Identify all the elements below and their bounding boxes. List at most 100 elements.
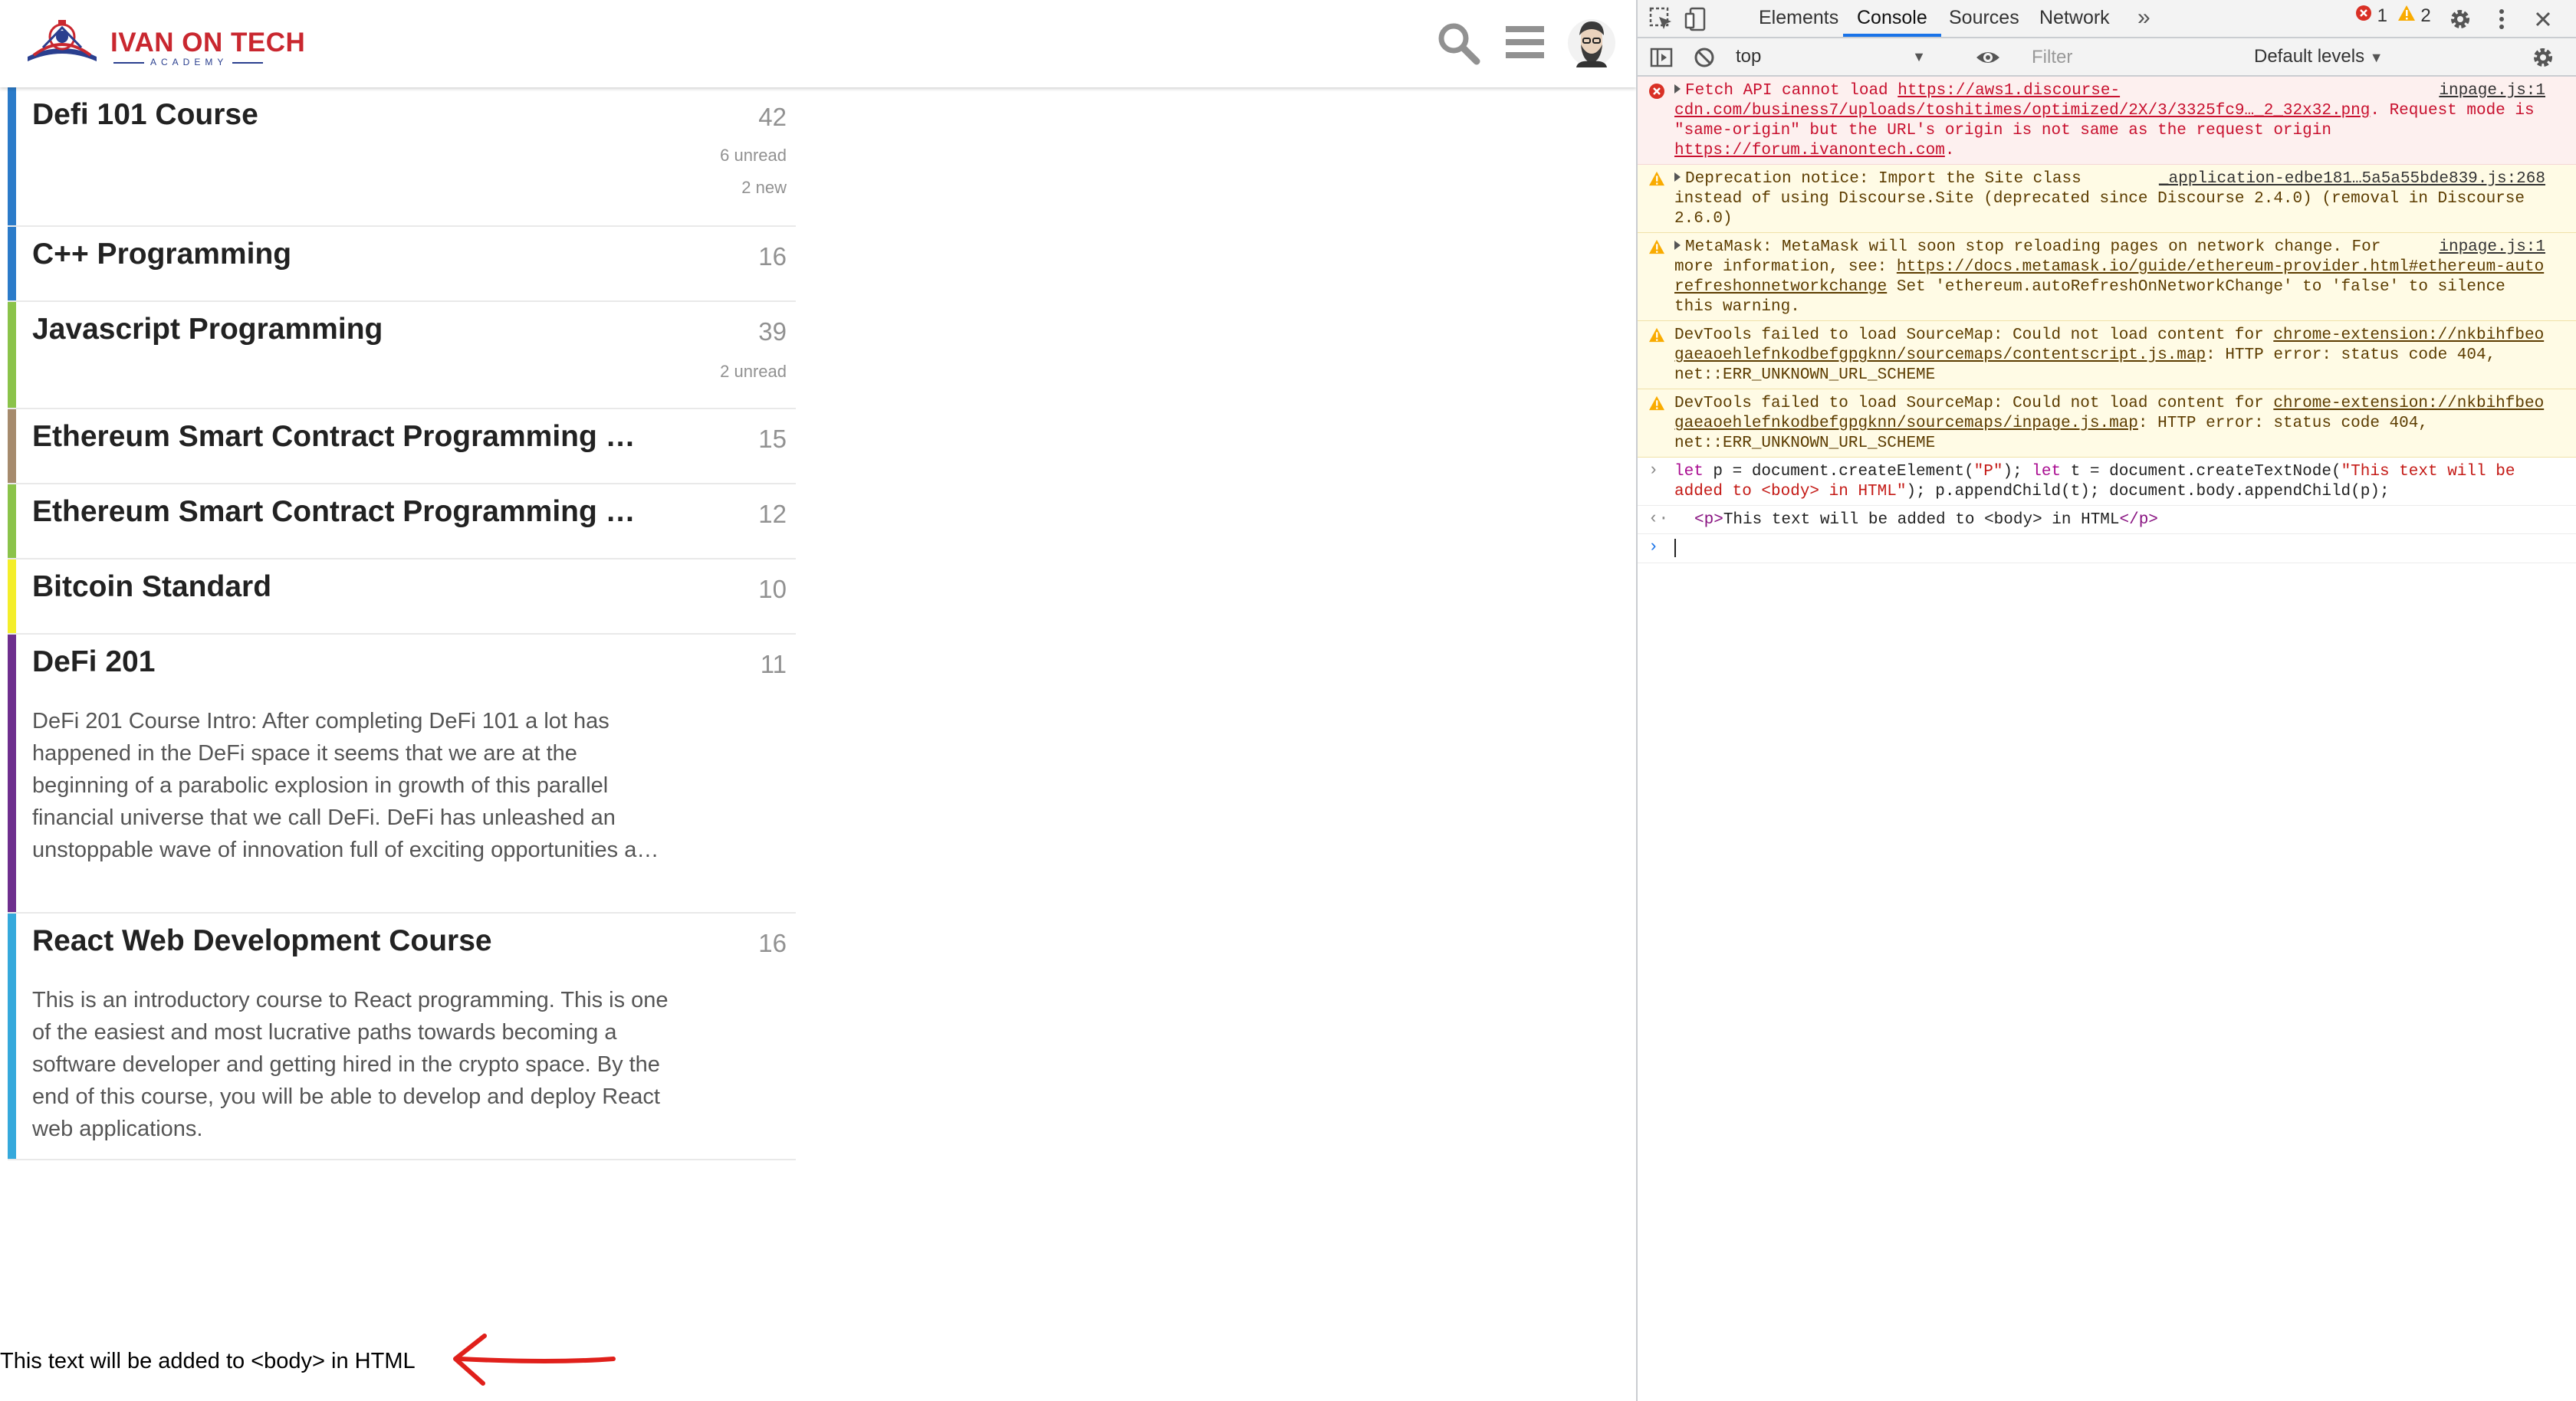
category-name[interactable]: Ethereum Smart Contract Programming … <box>32 420 636 454</box>
category-color-bar <box>8 635 16 912</box>
console-settings-gear-icon[interactable] <box>2530 44 2556 71</box>
dropdown-arrow-icon: ▼ <box>2369 50 2384 65</box>
console-error-message[interactable]: inpage.js:1 Fetch API cannot load https:… <box>1638 77 2576 165</box>
added-paragraph: This text will be added to <body> in HTM… <box>0 1349 416 1373</box>
show-sidebar-icon[interactable] <box>1648 44 1674 71</box>
brand-name: IVAN ON TECH <box>110 28 306 57</box>
clear-console-icon[interactable] <box>1691 44 1717 71</box>
category-color-bar <box>8 914 16 1159</box>
code-text: ); p.appendChild(t); document.body.appen… <box>1906 483 2390 500</box>
error-badge-icon <box>2355 5 2372 27</box>
console-warning-message[interactable]: DevTools failed to load SourceMap: Could… <box>1638 389 2576 458</box>
result-arrow-icon: ‹· <box>1648 509 1669 528</box>
category-row[interactable]: Bitcoin Standard 10 <box>8 559 796 635</box>
result-text: This text will be added to <body> in HTM… <box>1723 511 2120 529</box>
brand-subtitle: ACADEMY <box>113 57 264 67</box>
hamburger-menu-icon[interactable] <box>1503 20 1549 66</box>
warning-icon <box>1648 239 1665 256</box>
console-prompt[interactable]: › <box>1638 534 2576 563</box>
warning-icon <box>1648 395 1665 412</box>
devtools-panel: Elements Console Sources Network » 1 2 t… <box>1636 0 2576 1401</box>
tab-console[interactable]: Console <box>1843 0 1941 37</box>
log-levels-label: Default levels <box>2254 46 2365 67</box>
tab-elements[interactable]: Elements <box>1745 0 1852 37</box>
topic-count: 16 <box>758 929 787 957</box>
topic-count: 16 <box>758 242 787 271</box>
console-warning-message[interactable]: inpage.js:1 MetaMask: MetaMask will soon… <box>1638 233 2576 321</box>
user-avatar[interactable] <box>1567 18 1616 67</box>
inspect-element-icon[interactable] <box>1648 6 1674 32</box>
device-toolbar-icon[interactable] <box>1684 6 1710 32</box>
console-warning-message[interactable]: _application-edbe181…5a5a55bde839.js:268… <box>1638 165 2576 233</box>
console-filter-input[interactable] <box>2030 43 2256 72</box>
settings-gear-icon[interactable] <box>2447 6 2473 32</box>
issue-counters[interactable]: 1 2 <box>2355 5 2431 32</box>
category-name[interactable]: Ethereum Smart Contract Programming … <box>32 495 636 529</box>
console-input-entry[interactable]: › let p = document.createElement("P"); l… <box>1638 458 2576 506</box>
category-row[interactable]: Ethereum Smart Contract Programming … 12 <box>8 484 796 559</box>
code-text: t = document.createTextNode( <box>2061 463 2341 481</box>
new-count[interactable]: 2 new <box>741 178 787 198</box>
message-text: . <box>1944 142 1955 159</box>
category-color-bar <box>8 302 16 408</box>
console-warning-message[interactable]: DevTools failed to load SourceMap: Could… <box>1638 321 2576 389</box>
more-options-kebab-icon[interactable] <box>2489 6 2515 32</box>
category-row[interactable]: Ethereum Smart Contract Programming … 15 <box>8 409 796 484</box>
console-output: inpage.js:1 Fetch API cannot load https:… <box>1638 77 2576 563</box>
close-devtools-icon[interactable] <box>2530 6 2556 32</box>
category-color-bar <box>8 227 16 300</box>
category-row[interactable]: DeFi 201 11 DeFi 201 Course Intro: After… <box>8 635 796 914</box>
topic-count: 42 <box>758 103 787 131</box>
tab-sources[interactable]: Sources <box>1935 0 2033 37</box>
search-icon[interactable] <box>1435 20 1481 66</box>
source-link[interactable]: inpage.js:1 <box>2439 238 2545 258</box>
unread-count[interactable]: 6 unread <box>720 146 787 166</box>
topic-count: 12 <box>758 500 787 528</box>
html-tag: </p> <box>2119 511 2158 529</box>
academy-emblem-icon <box>28 20 97 61</box>
category-name[interactable]: Javascript Programming <box>32 313 383 346</box>
error-icon <box>1648 83 1665 100</box>
error-count: 1 <box>2377 5 2388 26</box>
category-name[interactable]: DeFi 201 <box>32 645 155 679</box>
javascript-context-select[interactable]: top ▼ <box>1736 43 1935 71</box>
console-result-entry[interactable]: ‹· <p>This text will be added to <body> … <box>1638 506 2576 534</box>
expand-triangle-icon[interactable] <box>1674 172 1681 182</box>
live-expression-eye-icon[interactable] <box>1975 44 2001 71</box>
message-text: Fetch API cannot load <box>1685 82 1898 100</box>
topic-count: 10 <box>758 575 787 603</box>
code-text: p = document.createElement( <box>1703 463 1974 481</box>
warning-count: 2 <box>2420 5 2431 26</box>
code-string: "P" <box>1973 463 2003 481</box>
red-arrow-annotation <box>453 1334 616 1386</box>
site-logo[interactable]: IVAN ON TECH ACADEMY <box>20 17 305 71</box>
warning-badge-icon <box>2397 5 2416 27</box>
devtools-tab-bar: Elements Console Sources Network » 1 2 <box>1638 0 2576 38</box>
category-color-bar <box>8 87 16 225</box>
source-link[interactable]: _application-edbe181…5a5a55bde839.js:268 <box>2159 169 2545 189</box>
expand-triangle-icon[interactable] <box>1674 84 1681 94</box>
warning-icon <box>1648 171 1665 188</box>
code-keyword: let <box>2032 463 2062 481</box>
category-row[interactable]: Javascript Programming 39 2 unread <box>8 302 796 409</box>
category-name[interactable]: React Web Development Course <box>32 924 492 958</box>
category-row[interactable]: React Web Development Course 16 This is … <box>8 914 796 1160</box>
category-row[interactable]: Defi 101 Course 42 6 unread 2 new <box>8 87 796 227</box>
source-link[interactable]: inpage.js:1 <box>2439 81 2545 101</box>
category-name[interactable]: Defi 101 Course <box>32 98 258 132</box>
category-color-bar <box>8 409 16 483</box>
log-levels-select[interactable]: Default levels ▼ <box>2254 43 2384 71</box>
more-tabs-chevron-icon[interactable]: » <box>2124 0 2164 37</box>
text-caret <box>1674 539 1676 557</box>
category-row[interactable]: C++ Programming 16 <box>8 227 796 302</box>
category-description: This is an introductory course to React … <box>32 988 669 1141</box>
origin-link[interactable]: https://forum.ivanontech.com <box>1674 142 1945 159</box>
category-color-bar <box>8 484 16 558</box>
expand-triangle-icon[interactable] <box>1674 241 1681 250</box>
dropdown-arrow-icon: ▼ <box>1912 49 1926 64</box>
category-name[interactable]: C++ Programming <box>32 238 291 271</box>
html-tag: <p> <box>1694 511 1723 529</box>
category-name[interactable]: Bitcoin Standard <box>32 570 271 604</box>
tab-network[interactable]: Network <box>2026 0 2124 37</box>
unread-count[interactable]: 2 unread <box>720 362 787 382</box>
